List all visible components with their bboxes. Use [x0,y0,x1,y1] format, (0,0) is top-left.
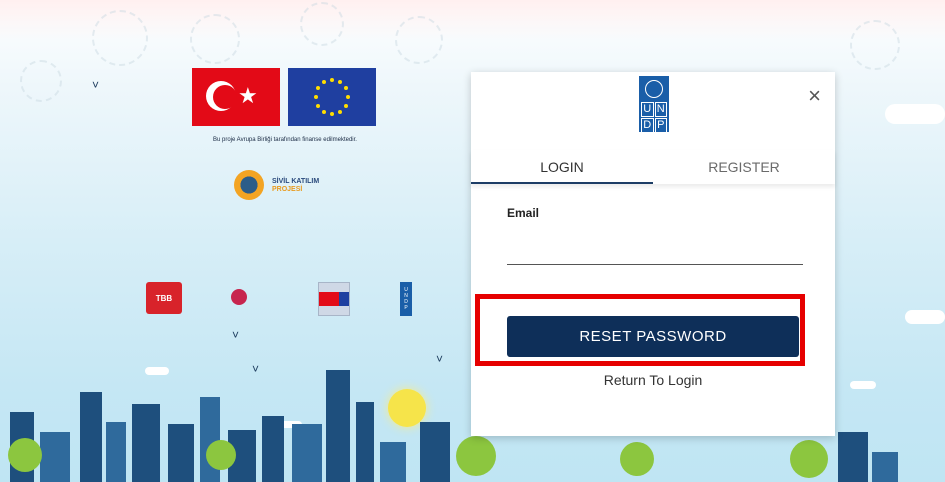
crescent-cutout [213,85,237,109]
bird-icon: ˅ [92,78,100,92]
sivil-toplum-logo [216,282,262,314]
star-icon: ★ [238,83,258,108]
gear-decoration [92,10,148,66]
sivil-toplum-dot [231,289,247,305]
auth-tabs: LOGIN REGISTER [471,150,835,184]
cloud [145,367,169,375]
eu-partner-logo [318,282,350,316]
tree [8,438,42,472]
gear-decoration [850,20,900,70]
eu-stars-icon [314,78,350,116]
auth-modal: U N D P × LOGIN REGISTER Email RESET PAS… [471,72,835,436]
undp-letter: P [654,118,667,133]
turkey-flag: ★ [192,68,280,126]
gear-decoration [190,14,240,64]
building [168,424,194,482]
globe-icon [645,80,663,98]
undp-logo: U N D P [639,76,669,133]
building [420,422,450,482]
email-label: Email [507,206,540,220]
tbb-logo: TBB [146,282,182,314]
cloud [905,310,945,324]
tree [790,440,828,478]
cloud [850,381,876,389]
tree [206,440,236,470]
sivil-katilim-text: SİVİL KATILIM PROJESİ [272,178,319,194]
tab-login[interactable]: LOGIN [471,150,653,184]
building [326,370,350,482]
gear-decoration [300,2,344,46]
building [80,392,102,482]
undp-letter: U [641,102,654,117]
sivil-katilim-logo [234,170,264,200]
reset-password-button[interactable]: RESET PASSWORD [507,316,799,357]
building [380,442,406,482]
cloud [885,104,945,124]
gear-decoration [20,60,62,102]
undp-letters: U N D P [641,102,667,133]
eu-partner-flag [319,292,349,306]
gear-decoration [395,16,443,64]
building [356,402,374,482]
building [872,452,898,482]
bird-icon: ˅ [252,362,260,376]
building [292,424,322,482]
tree [456,436,496,476]
undp-letter: P [404,305,408,311]
sivil-line1: SİVİL KATILIM [272,178,320,185]
building [838,432,868,482]
building [262,416,284,482]
bird-icon: ˅ [436,352,444,366]
undp-letter: D [641,118,654,133]
eu-funding-note: Bu proje Avrupa Birliği tarafından finan… [213,137,357,143]
building [132,404,160,482]
return-to-login-link[interactable]: Return To Login [471,372,835,388]
building [40,432,70,482]
close-icon[interactable]: × [808,84,821,108]
tab-register[interactable]: REGISTER [653,150,835,184]
undp-partner-logo: U N D P [400,282,412,316]
building [106,422,126,482]
tbb-label: TBB [155,293,173,303]
eu-flag [288,68,376,126]
email-field[interactable] [507,232,803,265]
tree [620,442,654,476]
sivil-line2: PROJESİ [272,186,303,193]
bird-icon: ˅ [232,328,240,342]
undp-letter: N [654,102,667,117]
